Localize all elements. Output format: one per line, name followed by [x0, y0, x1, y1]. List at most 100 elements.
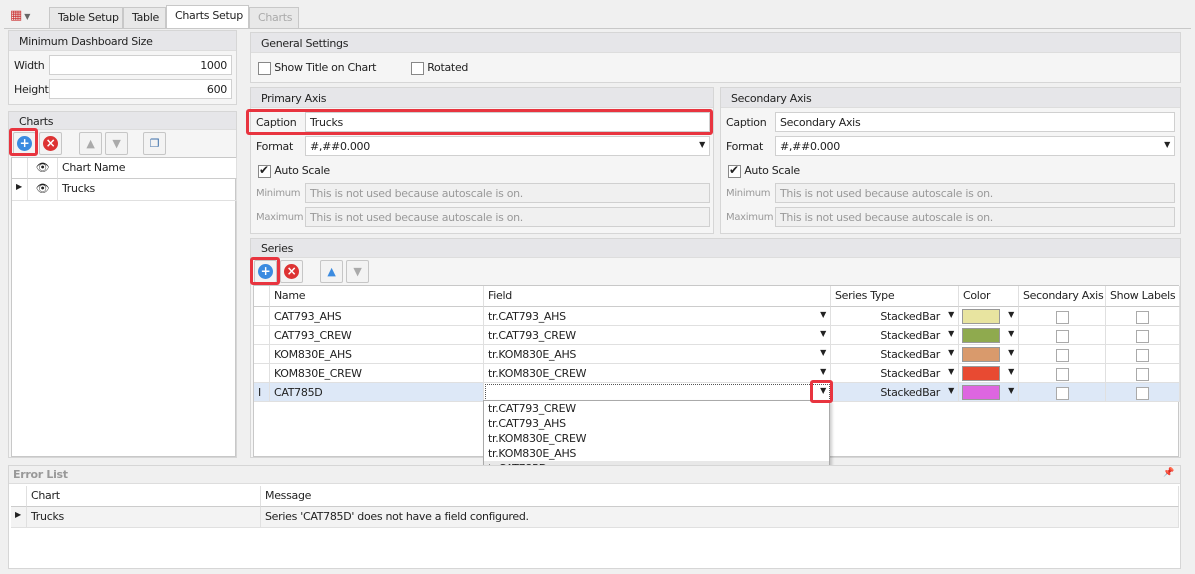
chart-name-cell: Trucks — [58, 179, 237, 201]
width-label: Width — [14, 59, 45, 72]
secondary-autoscale-checkbox[interactable]: Auto Scale — [728, 163, 800, 178]
series-type-select[interactable]: StackedBar ▼ — [831, 326, 959, 345]
charts-grid: 👁 Chart Name ▶ 👁 Trucks — [11, 157, 237, 457]
pin-icon[interactable]: 📌 — [1163, 468, 1174, 478]
plus-icon: + — [17, 136, 32, 151]
series-type-select[interactable]: StackedBar ▼ — [831, 307, 959, 326]
charts-group: Charts + × ▲ ▼ ❐ 👁 Chart Name ▶ 👁 Trucks — [8, 111, 237, 458]
rotated-checkbox[interactable]: Rotated — [411, 61, 468, 75]
show-labels-checkbox[interactable] — [1106, 307, 1180, 326]
delete-series-button[interactable]: × — [280, 260, 303, 283]
column-header: Secondary Axis — [1019, 286, 1106, 307]
series-field-select[interactable]: tr.CAT793_CREW ▼ — [484, 326, 831, 345]
row-indicator — [254, 364, 270, 383]
group-title: Series — [251, 239, 1180, 258]
series-name-cell[interactable]: CAT793_CREW — [270, 326, 484, 345]
series-name-cell[interactable]: CAT793_AHS — [270, 307, 484, 326]
series-color-picker[interactable]: ▼ — [959, 364, 1019, 383]
delete-icon: × — [284, 264, 299, 279]
series-color-picker[interactable]: ▼ — [959, 383, 1019, 402]
show-title-checkbox[interactable]: Show Title on Chart — [258, 61, 376, 75]
column-header: Color — [959, 286, 1019, 307]
eye-icon[interactable]: 👁 — [28, 179, 58, 201]
edit-cursor-icon: I — [254, 383, 270, 402]
dropdown-option[interactable]: tr.KOM830E_AHS — [484, 446, 829, 461]
series-field-select[interactable]: tr.CAT793_AHS ▼ — [484, 307, 831, 326]
chevron-down-icon[interactable]: ▼ — [820, 329, 826, 338]
group-title: Primary Axis — [251, 88, 713, 108]
show-labels-checkbox[interactable] — [1106, 326, 1180, 345]
tab-table-setup[interactable]: Table Setup — [49, 7, 123, 28]
secondary-caption-input[interactable]: Secondary Axis — [775, 112, 1175, 132]
series-color-picker[interactable]: ▼ — [959, 307, 1019, 326]
error-message-cell: Series 'CAT785D' does not have a field c… — [261, 507, 1179, 528]
series-type-select[interactable]: StackedBar ▼ — [831, 383, 959, 402]
series-field-select[interactable]: tr.KOM830E_CREW ▼ — [484, 364, 831, 383]
series-color-picker[interactable]: ▼ — [959, 345, 1019, 364]
tab-charts[interactable]: Charts — [249, 7, 299, 28]
dropdown-option[interactable]: tr.CAT793_CREW — [484, 401, 829, 416]
series-color-picker[interactable]: ▼ — [959, 326, 1019, 345]
eye-icon: 👁 — [28, 158, 58, 179]
secondary-axis-group: Secondary Axis Caption Secondary Axis Fo… — [720, 87, 1181, 234]
secondary-axis-checkbox[interactable] — [1019, 307, 1106, 326]
secondary-maximum-input: This is not used because autoscale is on… — [775, 207, 1175, 227]
dashboard-size-group: Minimum Dashboard Size Width 1000 Height… — [8, 30, 237, 105]
secondary-axis-checkbox[interactable] — [1019, 326, 1106, 345]
dropdown-option[interactable]: tr.CAT793_AHS — [484, 416, 829, 431]
arrow-up-icon: ▲ — [86, 137, 95, 150]
app-menu-icon[interactable]: ▦ ▼ — [10, 8, 40, 26]
secondary-axis-checkbox[interactable] — [1019, 383, 1106, 402]
primary-format-select[interactable]: #,##0.000 ▼ — [305, 136, 710, 156]
tab-table[interactable]: Table — [123, 7, 166, 28]
add-chart-button[interactable]: + — [13, 132, 36, 155]
primary-autoscale-checkbox[interactable]: Auto Scale — [258, 163, 330, 178]
secondary-axis-checkbox[interactable] — [1019, 364, 1106, 383]
series-type-select[interactable]: StackedBar ▼ — [831, 345, 959, 364]
primary-caption-input[interactable]: Trucks — [305, 112, 710, 132]
column-header: Chart — [27, 486, 261, 507]
arrow-up-icon: ▲ — [327, 265, 336, 278]
secondary-format-select[interactable]: #,##0.000 ▼ — [775, 136, 1175, 156]
tab-charts-setup[interactable]: Charts Setup — [166, 5, 249, 29]
series-field-select[interactable]: tr.KOM830E_AHS ▼ — [484, 345, 831, 364]
chevron-down-icon[interactable]: ▼ — [820, 310, 826, 319]
series-down-button[interactable]: ▼ — [346, 260, 369, 283]
copy-icon: ❐ — [149, 137, 160, 150]
primary-maximum-input: This is not used because autoscale is on… — [305, 207, 710, 227]
error-chart-cell: Trucks — [27, 507, 261, 528]
width-input[interactable]: 1000 — [49, 55, 232, 75]
move-down-button[interactable]: ▼ — [105, 132, 128, 155]
row-indicator — [254, 326, 270, 345]
series-name-cell[interactable]: KOM830E_CREW — [270, 364, 484, 383]
move-up-button[interactable]: ▲ — [79, 132, 102, 155]
plus-icon: + — [258, 264, 273, 279]
primary-minimum-input: This is not used because autoscale is on… — [305, 183, 710, 203]
delete-chart-button[interactable]: × — [39, 132, 62, 155]
panel-title: Error List — [9, 466, 1180, 484]
error-list-panel: Error List 📌 Chart Message ▶ Trucks Seri… — [8, 465, 1181, 569]
show-labels-checkbox[interactable] — [1106, 345, 1180, 364]
copy-chart-button[interactable]: ❐ — [143, 132, 166, 155]
series-name-cell[interactable]: CAT785D — [270, 383, 484, 402]
column-header: Name — [270, 286, 484, 307]
series-up-button[interactable]: ▲ — [320, 260, 343, 283]
series-type-select[interactable]: StackedBar ▼ — [831, 364, 959, 383]
add-series-button[interactable]: + — [254, 260, 277, 283]
group-title: Minimum Dashboard Size — [9, 31, 236, 51]
show-labels-checkbox[interactable] — [1106, 364, 1180, 383]
group-title: Secondary Axis — [721, 88, 1180, 108]
secondary-axis-checkbox[interactable] — [1019, 345, 1106, 364]
chevron-down-icon[interactable]: ▼ — [820, 386, 826, 395]
delete-icon: × — [43, 136, 58, 151]
chevron-down-icon[interactable]: ▼ — [820, 367, 826, 376]
dropdown-option[interactable]: tr.KOM830E_CREW — [484, 431, 829, 446]
show-labels-checkbox[interactable] — [1106, 383, 1180, 402]
row-indicator — [254, 307, 270, 326]
column-header: Show Labels — [1106, 286, 1180, 307]
series-name-cell[interactable]: KOM830E_AHS — [270, 345, 484, 364]
chevron-down-icon[interactable]: ▼ — [820, 348, 826, 357]
row-indicator — [254, 345, 270, 364]
height-input[interactable]: 600 — [49, 79, 232, 99]
group-title: General Settings — [251, 33, 1180, 53]
